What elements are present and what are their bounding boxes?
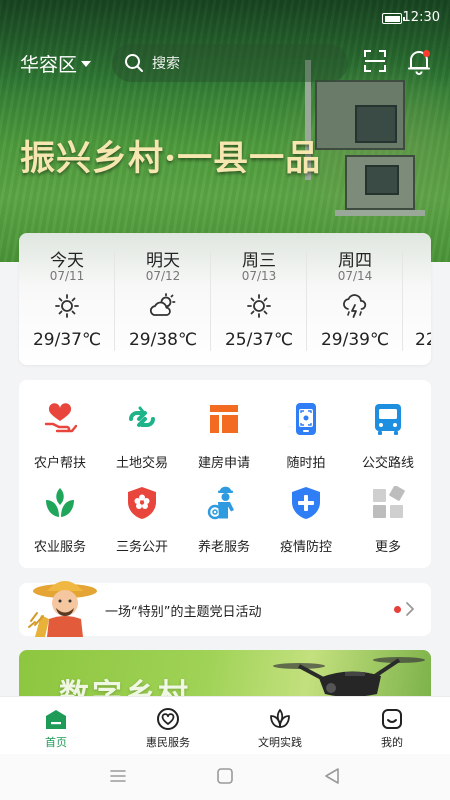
region-selector[interactable]: 华容区 xyxy=(20,50,92,77)
battery-icon xyxy=(382,13,405,24)
elderly-icon xyxy=(207,486,234,520)
weather-day[interactable]: 明天 07/12 29/38℃ xyxy=(115,233,211,365)
tab-mine[interactable]: 我的 xyxy=(336,697,448,755)
weather-day[interactable]: 今天 07/11 29/37℃ xyxy=(19,233,115,365)
tab-label: 我的 xyxy=(381,736,403,749)
digital-village-banner[interactable]: 数字乡村 xyxy=(19,650,431,698)
bottom-tab-bar: 首页 惠民服务 文明实践 我的 xyxy=(0,696,450,754)
back-triangle-icon[interactable] xyxy=(322,766,342,786)
caret-down-icon xyxy=(81,60,92,67)
tab-label: 文明实践 xyxy=(258,736,302,749)
service-tudi-jiaoyi[interactable]: 土地交易 xyxy=(101,388,183,471)
weather-temp: 29/37℃ xyxy=(32,330,102,350)
phone-camera-icon xyxy=(296,403,316,435)
heart-icon xyxy=(157,708,179,730)
weather-date: 07/11 xyxy=(49,269,85,283)
home-square-icon[interactable] xyxy=(215,766,235,786)
exchange-icon xyxy=(129,406,155,427)
status-bar: 12:30 xyxy=(0,0,450,36)
weather-day-name: 明天 xyxy=(146,251,180,271)
service-nonghu-bangfu[interactable]: 农户帮扶 xyxy=(19,388,101,471)
home-icon xyxy=(46,710,66,729)
sprout-icon xyxy=(46,488,74,517)
service-label: 公交路线 xyxy=(361,456,414,471)
service-label: 农业服务 xyxy=(33,540,86,555)
weather-date: 07/14 xyxy=(337,269,373,283)
service-jianfang-shenqing[interactable]: 建房申请 xyxy=(183,388,265,471)
sunny-icon xyxy=(55,294,79,318)
service-more[interactable]: 更多 xyxy=(347,472,429,555)
service-yanglao-fuwu[interactable]: 养老服务 xyxy=(183,472,265,555)
weather-temp: 29/39℃ xyxy=(320,330,390,350)
service-nongye-fuwu[interactable]: 农业服务 xyxy=(19,472,101,555)
weather-day[interactable]: 周四 07/14 29/39℃ xyxy=(307,233,403,365)
service-label: 疫情防控 xyxy=(279,540,332,555)
news-ticker[interactable]: 一场“特别”的主题党日活动 xyxy=(19,581,431,637)
search-bar[interactable]: 搜索 xyxy=(112,44,348,82)
chevron-right-icon xyxy=(406,602,414,616)
weather-day-name: 周四 xyxy=(338,251,372,271)
farmer-mascot-icon xyxy=(28,581,97,637)
banner-title: 数字乡村 xyxy=(59,678,191,698)
weather-temp: 29/38℃ xyxy=(128,330,198,350)
service-label: 农户帮扶 xyxy=(33,456,86,471)
service-gongjiao-luxian[interactable]: 公交路线 xyxy=(347,388,429,471)
region-label: 华容区 xyxy=(20,54,78,76)
service-label: 三务公开 xyxy=(115,540,168,555)
drone-illustration xyxy=(273,657,425,697)
weather-day[interactable]: 22 xyxy=(403,233,431,365)
unread-dot xyxy=(394,606,401,613)
service-label: 更多 xyxy=(374,540,401,555)
weather-date: 07/12 xyxy=(145,269,181,283)
service-label: 土地交易 xyxy=(115,456,168,471)
service-yiqing-fangkong[interactable]: 疫情防控 xyxy=(265,472,347,555)
service-label: 建房申请 xyxy=(197,456,250,471)
service-grid: 农户帮扶 土地交易 建房申请 随时拍 公交路线 农业服务 三务公开 养老服务 疫… xyxy=(19,380,431,568)
tab-label: 首页 xyxy=(45,736,67,749)
tab-label: 惠民服务 xyxy=(146,736,190,749)
profile-icon xyxy=(382,709,402,729)
shield-flower-icon xyxy=(128,487,156,519)
heart-hand-icon xyxy=(44,403,77,433)
tab-home[interactable]: 首页 xyxy=(0,697,112,755)
weather-card[interactable]: 今天 07/11 29/37℃ 明天 07/12 29/38℃ 周三 07/13… xyxy=(19,233,431,365)
shield-plus-icon xyxy=(292,487,320,519)
menu-icon[interactable] xyxy=(108,766,128,786)
search-icon xyxy=(125,54,143,72)
weather-day-name: 今天 xyxy=(50,251,84,271)
tab-huimin-fuwu[interactable]: 惠民服务 xyxy=(112,697,224,755)
status-time: 12:30 xyxy=(402,10,440,25)
news-headline: 一场“特别”的主题党日活动 xyxy=(105,605,262,620)
weather-temp: 22 xyxy=(415,330,431,350)
scan-icon[interactable] xyxy=(364,50,386,72)
weather-day-name: 周三 xyxy=(242,251,276,271)
system-nav-bar xyxy=(0,754,450,800)
service-label: 随时拍 xyxy=(286,456,326,471)
tab-wenming-shijian[interactable]: 文明实践 xyxy=(224,697,336,755)
weather-temp: 25/37℃ xyxy=(224,330,294,350)
service-suishipai[interactable]: 随时拍 xyxy=(265,388,347,471)
search-placeholder: 搜索 xyxy=(152,56,180,72)
service-sanwu-gongkai[interactable]: 三务公开 xyxy=(101,472,183,555)
slogan-title: 振兴乡村·一县一品 xyxy=(20,138,322,179)
service-label: 养老服务 xyxy=(197,540,250,555)
building-form-icon xyxy=(210,405,238,433)
weather-day[interactable]: 周三 07/13 25/37℃ xyxy=(211,233,307,365)
lotus-icon xyxy=(270,709,290,728)
notification-dot xyxy=(423,50,430,57)
bus-icon xyxy=(375,404,401,435)
sunny-icon xyxy=(247,294,271,318)
thunderstorm-icon xyxy=(343,294,367,318)
more-grid-icon xyxy=(373,486,405,518)
weather-date: 07/13 xyxy=(241,269,277,283)
partly-cloudy-icon xyxy=(149,293,176,316)
